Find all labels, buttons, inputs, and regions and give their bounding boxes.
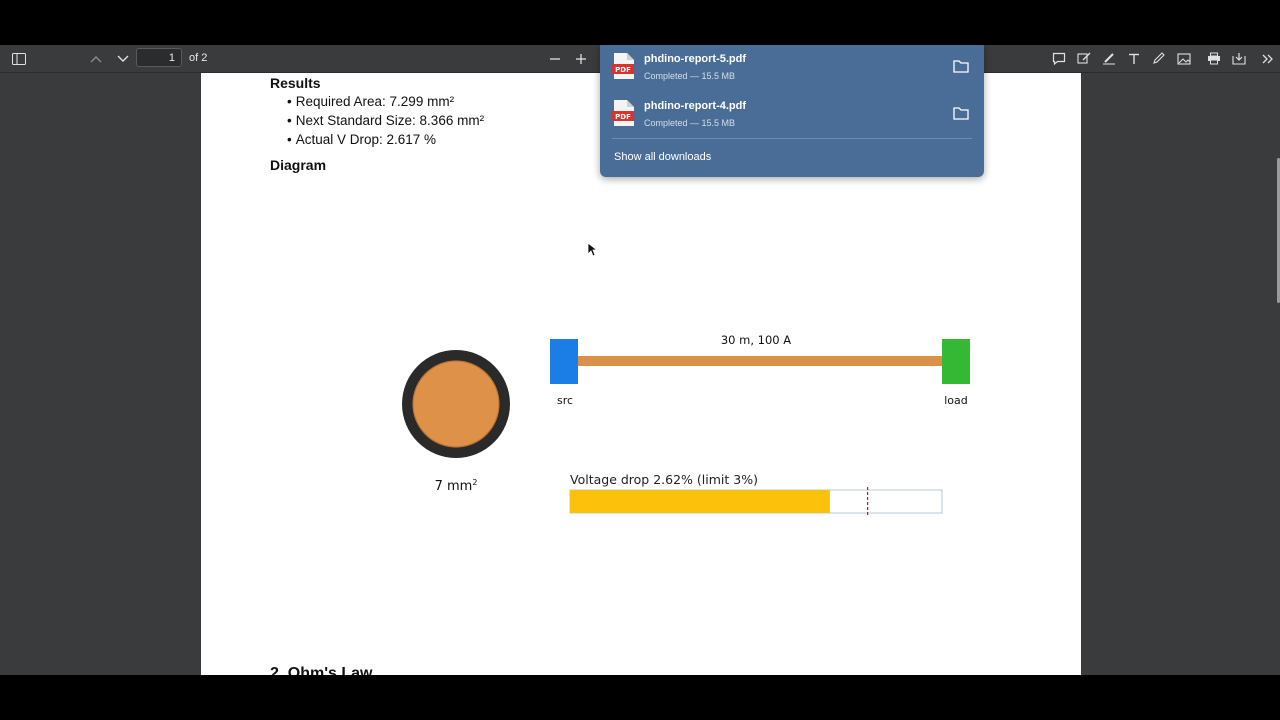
source-label: src [557, 394, 573, 407]
mouse-cursor-icon [587, 242, 597, 257]
download-item[interactable]: PDF phdino-report-5.pdf Completed — 15.5… [600, 45, 984, 89]
zoom-in-icon[interactable] [571, 49, 591, 68]
download-filename[interactable]: phdino-report-4.pdf [644, 100, 746, 112]
previous-page-icon[interactable] [86, 49, 106, 68]
page-total-label: of 2 [189, 52, 208, 64]
cable-conductor [412, 360, 500, 448]
show-all-downloads-link[interactable]: Show all downloads [614, 151, 711, 163]
next-section-heading: 2. Ohm's Law [270, 665, 373, 675]
conductor-size-label: 7 mm2 [435, 478, 478, 494]
svg-text:PDF: PDF [615, 113, 631, 121]
load-label: load [944, 394, 968, 407]
download-status: Completed — 15.5 MB [644, 118, 736, 128]
bottom-letterbox [0, 675, 1280, 720]
pdf-file-icon: PDF [612, 53, 634, 79]
comment-icon[interactable] [1049, 49, 1069, 68]
voltage-drop-fill [570, 490, 830, 513]
sidebar-toggle-icon[interactable] [9, 49, 29, 68]
pdf-file-icon: PDF [612, 100, 634, 126]
voltage-drop-label: Voltage drop 2.62% (limit 3%) [570, 472, 758, 487]
load-block [942, 339, 970, 384]
image-icon[interactable] [1174, 49, 1194, 68]
downloads-panel: PDF phdino-report-5.pdf Completed — 15.5… [600, 45, 984, 177]
download-filename[interactable]: phdino-report-5.pdf [644, 53, 746, 65]
next-page-icon[interactable] [113, 49, 133, 68]
cable-line [578, 356, 942, 366]
save-icon[interactable] [1229, 49, 1249, 68]
highlight-icon[interactable] [1099, 49, 1119, 68]
open-folder-icon[interactable] [952, 58, 970, 74]
downloads-divider [612, 138, 972, 139]
more-tools-icon[interactable] [1258, 49, 1278, 68]
draw-icon[interactable] [1149, 49, 1169, 68]
svg-text:PDF: PDF [615, 66, 631, 74]
source-block [550, 339, 578, 384]
download-status: Completed — 15.5 MB [644, 71, 736, 81]
text-icon[interactable] [1124, 49, 1144, 68]
edit-text-icon[interactable] [1074, 49, 1094, 68]
open-folder-icon[interactable] [952, 105, 970, 121]
print-icon[interactable] [1204, 49, 1224, 68]
download-item[interactable]: PDF phdino-report-4.pdf Completed — 15.5… [600, 92, 984, 136]
zoom-out-icon[interactable] [545, 49, 565, 68]
page-number-input[interactable] [136, 48, 182, 67]
top-letterbox [0, 0, 1280, 45]
cable-length-current-label: 30 m, 100 A [721, 333, 791, 347]
